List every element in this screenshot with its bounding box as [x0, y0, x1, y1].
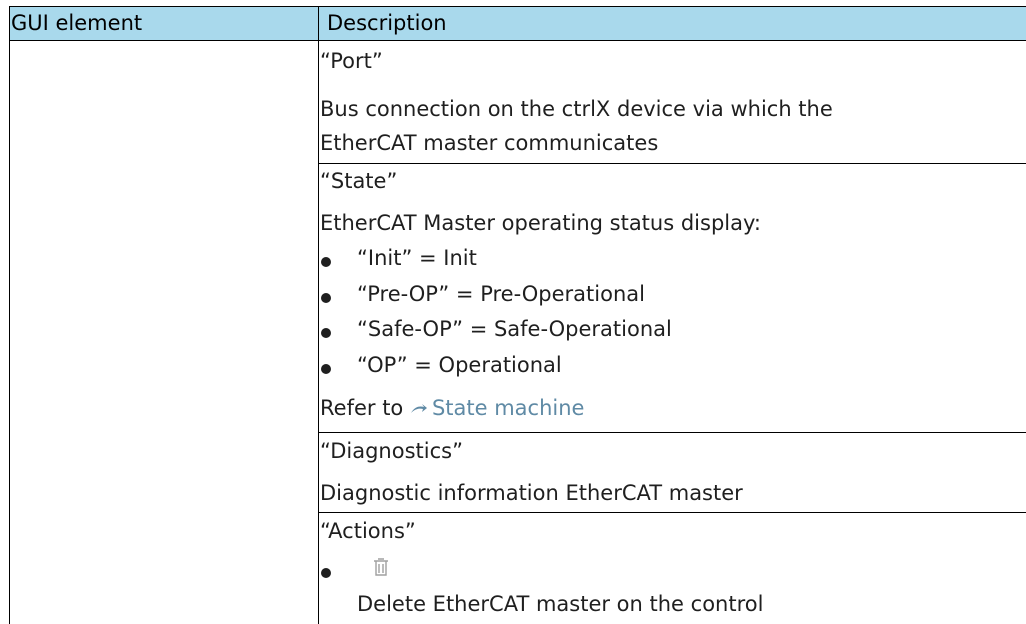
state-bullet-init: [321, 257, 331, 267]
column-divider: [318, 7, 319, 624]
port-title: “Port”: [320, 49, 383, 73]
state-title: “State”: [320, 169, 398, 193]
refer-prefix: Refer to: [320, 396, 410, 420]
diagnostics-title: “Diagnostics”: [320, 439, 463, 463]
arrow-right-icon: [410, 404, 427, 413]
header-gui-element: GUI element: [11, 11, 143, 35]
row-separator-2: [319, 432, 1026, 433]
state-machine-link[interactable]: State machine: [410, 396, 585, 420]
state-description: EtherCAT Master operating status display…: [320, 211, 761, 235]
delete-master-description: Delete EtherCAT master on the control: [357, 592, 764, 616]
row-separator-3: [319, 512, 1026, 513]
table-header: GUI element Description: [10, 7, 1026, 41]
row-separator-1: [319, 163, 1026, 164]
state-reference: Refer to State machine: [320, 396, 584, 420]
state-bullet-preop: [321, 293, 331, 303]
header-description: Description: [327, 11, 447, 35]
state-op: “OP” = Operational: [357, 353, 562, 377]
actions-bullet: [321, 568, 331, 578]
port-description-line-2: EtherCAT master communicates: [320, 131, 659, 155]
trash-icon[interactable]: [372, 557, 390, 577]
state-machine-link-label: State machine: [431, 396, 585, 420]
state-bullet-safeop: [321, 328, 331, 338]
state-init: “Init” = Init: [357, 246, 477, 270]
actions-title: “Actions”: [320, 519, 416, 543]
gui-element-table: GUI element Description “Port” Bus conne…: [9, 6, 1026, 624]
state-safeop: “Safe-OP” = Safe-Operational: [357, 317, 672, 341]
diagnostics-description: Diagnostic information EtherCAT master: [320, 481, 743, 505]
port-description-line-1: Bus connection on the ctrlX device via w…: [320, 97, 833, 121]
state-bullet-op: [321, 364, 331, 374]
state-preop: “Pre-OP” = Pre-Operational: [357, 282, 645, 306]
